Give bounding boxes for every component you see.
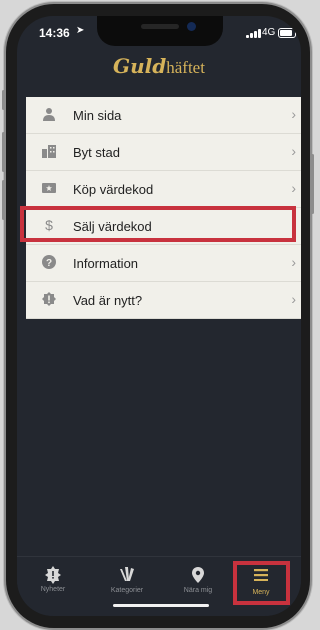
- chevron-right-icon: ›: [291, 180, 296, 196]
- menu-item-min-sida[interactable]: Min sida ›: [26, 97, 301, 134]
- home-indicator: [113, 604, 209, 607]
- svg-text:?: ?: [46, 258, 52, 269]
- chevron-right-icon: ›: [291, 254, 296, 270]
- tab-label: Nyheter: [40, 586, 66, 593]
- chevron-right-icon: ›: [291, 291, 296, 307]
- chevron-right-icon: ›: [291, 143, 296, 159]
- question-icon: ?: [42, 255, 56, 269]
- menu-item-label: Köp värdekod: [73, 182, 154, 197]
- menu-item-information[interactable]: ? Information ›: [26, 245, 301, 282]
- app-screen: 14:36 ➤ 4G Guldhäftet Min sida › Byt sta…: [17, 16, 301, 616]
- menu-item-kop-vardekod[interactable]: Köp värdekod ›: [26, 171, 301, 208]
- speaker-grille: [141, 24, 179, 29]
- alert-icon: [42, 292, 56, 306]
- tab-nyheter[interactable]: Nyheter: [25, 565, 81, 593]
- signal-bars-icon: [246, 29, 262, 38]
- menu-item-label: Vad är nytt?: [73, 293, 143, 308]
- categories-icon: [99, 567, 155, 587]
- menu-item-label: Min sida: [73, 108, 122, 123]
- menu-item-label: Information: [73, 256, 139, 271]
- menu-item-byt-stad[interactable]: Byt stad ›: [26, 134, 301, 171]
- tab-label: Nära mig: [183, 587, 213, 594]
- logo-plain: häftet: [166, 58, 205, 77]
- volume-up-button: [2, 132, 5, 172]
- ticket-icon: [42, 181, 56, 195]
- highlight-salj-vardekod: [20, 206, 296, 242]
- network-type: 4G: [262, 27, 276, 38]
- battery-icon: [278, 28, 296, 38]
- city-icon: [42, 144, 56, 158]
- menu-item-vad-ar-nytt[interactable]: Vad är nytt? ›: [26, 282, 301, 319]
- menu-item-label: Byt stad: [73, 145, 120, 160]
- chevron-right-icon: ›: [291, 106, 296, 122]
- tab-kategorier[interactable]: Kategorier: [99, 565, 155, 594]
- notch: [97, 16, 223, 46]
- map-pin-icon: [170, 567, 226, 587]
- app-logo: Guldhäftet: [17, 54, 301, 78]
- news-badge-icon: [25, 566, 81, 586]
- power-button: [311, 154, 314, 214]
- location-arrow-icon: ➤: [76, 25, 85, 36]
- logo-script: Guld: [113, 54, 167, 78]
- highlight-tab-meny: [233, 561, 290, 605]
- person-icon: [42, 107, 56, 121]
- tab-nara-mig[interactable]: Nära mig: [170, 565, 226, 594]
- front-camera: [187, 22, 196, 31]
- tab-label: Kategorier: [110, 587, 144, 594]
- volume-down-button: [2, 180, 5, 220]
- status-time: 14:36: [39, 26, 70, 40]
- mute-switch: [2, 90, 5, 110]
